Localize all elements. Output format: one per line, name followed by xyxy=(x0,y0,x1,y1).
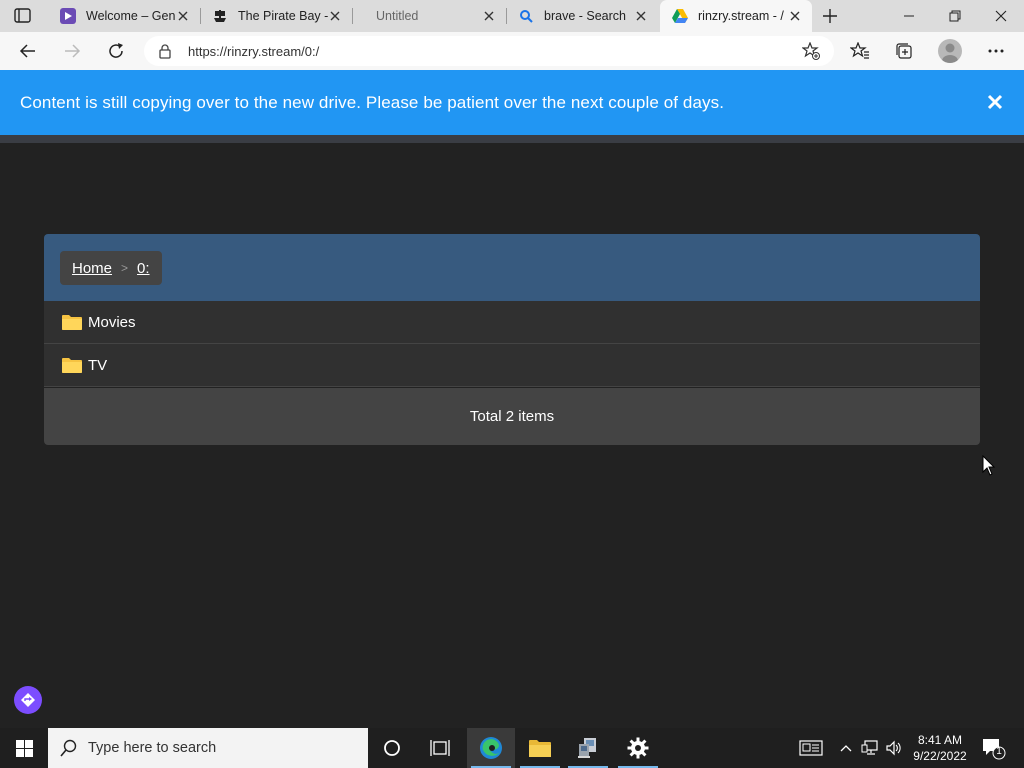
user-icon xyxy=(942,43,958,63)
tab-actions-button[interactable] xyxy=(12,7,34,25)
breadcrumb-separator: > xyxy=(121,261,129,275)
tab-untitled[interactable]: Untitled xyxy=(352,0,506,32)
clock-time: 8:41 AM xyxy=(917,733,963,747)
network-computers-icon xyxy=(578,738,596,758)
restore-button[interactable] xyxy=(932,0,978,32)
minimize-icon xyxy=(904,15,914,17)
tab-welcome[interactable]: Welcome – Gen xyxy=(48,0,200,32)
volume-icon[interactable] xyxy=(884,738,904,758)
folder-icon xyxy=(62,358,82,373)
mouse-cursor-icon xyxy=(982,455,996,476)
purple-play-icon xyxy=(60,8,76,24)
tab-title: Welcome – Gen xyxy=(86,9,176,23)
search-placeholder: Type here to search xyxy=(88,740,217,756)
browser-toolbar: https://rinzry.stream/0:/ xyxy=(0,32,1024,70)
tab-pirate-bay[interactable]: The Pirate Bay - xyxy=(200,0,352,32)
breadcrumb-header: Home > 0: xyxy=(44,234,980,301)
notice-divider xyxy=(0,135,1024,143)
taskbar-clock[interactable]: 8:41 AM 9/22/2022 xyxy=(908,732,972,764)
breadcrumb-current-link[interactable]: 0: xyxy=(137,260,150,277)
folder-name[interactable]: Movies xyxy=(88,314,136,331)
list-item-movies[interactable]: Movies xyxy=(44,301,980,344)
close-tab-icon[interactable] xyxy=(176,9,190,23)
refresh-button[interactable] xyxy=(104,39,128,63)
notice-text: Content is still copying over to the new… xyxy=(20,92,725,112)
dismiss-notice-button[interactable] xyxy=(986,93,1004,111)
forward-arrow-icon xyxy=(65,44,81,58)
task-view-button[interactable] xyxy=(416,728,464,768)
pirate-ship-icon xyxy=(212,8,228,24)
close-tab-icon[interactable] xyxy=(328,9,342,23)
edge-taskbar-button[interactable] xyxy=(467,728,515,768)
chevron-up-icon[interactable] xyxy=(836,738,856,758)
tab-actions-icon xyxy=(14,8,31,23)
back-button[interactable] xyxy=(16,39,40,63)
breadcrumb-home-link[interactable]: Home xyxy=(72,260,112,277)
notice-banner: Content is still copying over to the new… xyxy=(0,70,1024,135)
breadcrumb: Home > 0: xyxy=(60,251,162,285)
close-tab-icon[interactable] xyxy=(482,9,496,23)
cortana-circle-icon xyxy=(384,740,400,756)
tab-title: The Pirate Bay - xyxy=(238,9,328,23)
list-item-tv[interactable]: TV xyxy=(44,344,980,387)
tab-title: brave - Search xyxy=(544,9,626,23)
back-arrow-icon xyxy=(19,44,35,58)
forward-button[interactable] xyxy=(60,39,84,63)
close-icon xyxy=(995,10,1007,22)
profile-avatar[interactable] xyxy=(938,39,962,63)
windows-logo-icon xyxy=(15,739,33,757)
tab-title: Untitled xyxy=(376,9,419,23)
close-icon xyxy=(987,94,1003,110)
floating-action-button[interactable] xyxy=(14,686,42,714)
taskbar-search-box[interactable]: Type here to search xyxy=(48,728,368,768)
more-dots-icon xyxy=(988,49,1004,53)
refresh-icon xyxy=(109,43,123,58)
google-drive-icon xyxy=(672,8,688,24)
notification-center-button[interactable]: 1 xyxy=(980,736,1006,760)
magnifier-icon xyxy=(518,8,534,24)
new-tab-button[interactable] xyxy=(820,6,840,26)
news-widget-icon[interactable] xyxy=(798,738,824,758)
file-explorer-icon xyxy=(529,740,551,757)
settings-more-button[interactable] xyxy=(984,39,1008,63)
close-window-button[interactable] xyxy=(978,0,1024,32)
folder-name[interactable]: TV xyxy=(88,357,107,374)
edge-browser-icon xyxy=(480,737,502,759)
close-tab-icon[interactable] xyxy=(634,9,648,23)
tab-title: rinzry.stream - / xyxy=(698,9,784,23)
windows-taskbar: Type here to search 8:41 AM 9/22/2022 1 xyxy=(0,728,1024,768)
favorites-button[interactable] xyxy=(848,39,872,63)
search-icon xyxy=(60,739,77,757)
notification-count-badge: 1 xyxy=(996,746,1002,757)
collections-icon xyxy=(896,43,912,59)
browser-tab-strip: Welcome – Gen The Pirate Bay - Untitled … xyxy=(0,0,1024,32)
restore-icon xyxy=(949,10,961,22)
lock-icon[interactable] xyxy=(158,43,172,64)
task-view-icon xyxy=(430,740,450,756)
address-bar[interactable]: https://rinzry.stream/0:/ xyxy=(144,36,834,66)
file-explorer-taskbar-button[interactable] xyxy=(516,728,564,768)
gear-icon xyxy=(627,737,649,759)
plus-icon xyxy=(823,9,837,23)
collections-button[interactable] xyxy=(892,39,916,63)
cortana-button[interactable] xyxy=(368,728,416,768)
tab-rinzry-stream[interactable]: rinzry.stream - / xyxy=(660,0,812,32)
url-text[interactable]: https://rinzry.stream/0:/ xyxy=(188,44,319,59)
tab-brave-search[interactable]: brave - Search xyxy=(506,0,658,32)
app-taskbar-button[interactable] xyxy=(564,728,612,768)
network-icon[interactable] xyxy=(860,738,880,758)
favorites-star-icon xyxy=(850,42,869,59)
start-button[interactable] xyxy=(0,728,48,768)
settings-taskbar-button[interactable] xyxy=(614,728,662,768)
total-items-footer: Total 2 items xyxy=(44,388,980,445)
file-listing-card: Home > 0: Movies TV Total 2 items xyxy=(44,234,980,445)
clock-date: 9/22/2022 xyxy=(913,749,967,763)
add-favorite-icon[interactable] xyxy=(801,41,820,65)
folder-icon xyxy=(62,315,82,330)
close-tab-icon[interactable] xyxy=(788,9,802,23)
diamond-arrow-icon xyxy=(21,693,35,707)
minimize-button[interactable] xyxy=(886,0,932,32)
